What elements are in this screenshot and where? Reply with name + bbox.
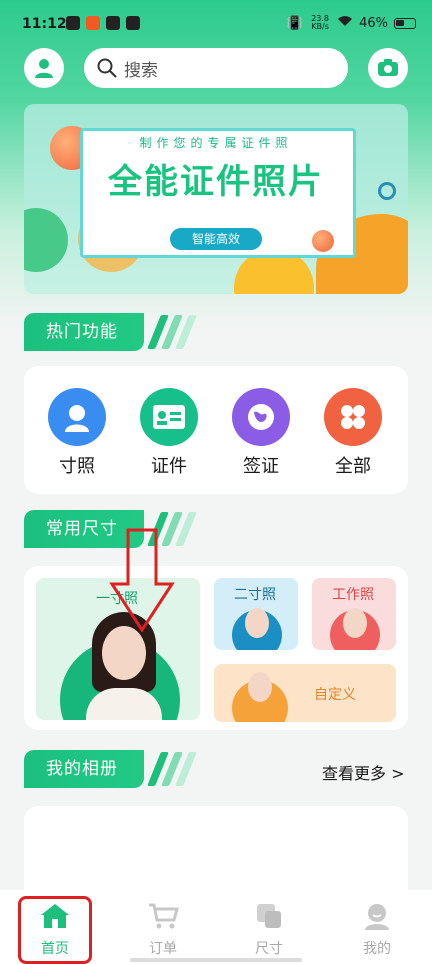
size-label: 工作照 [332, 587, 374, 603]
profile-icon [365, 904, 389, 930]
id-card-icon [140, 388, 198, 446]
search-placeholder: 搜索 [124, 60, 158, 81]
grid-icon [324, 388, 382, 446]
size-tile-work[interactable]: 工作照 [312, 578, 396, 650]
banner-decoration [24, 208, 68, 272]
tab-label: 订单 [149, 941, 177, 957]
function-label: 签证 [243, 456, 279, 477]
wifi-icon [337, 15, 353, 31]
camera-button[interactable] [368, 48, 408, 88]
status-bar: 11:12 📳 23.8 KB/s 46% [0, 0, 432, 50]
vibrate-icon: 📳 [286, 15, 304, 31]
tab-sizes[interactable]: 尺寸 [234, 902, 304, 958]
tab-label: 尺寸 [255, 941, 283, 957]
globe-icon [232, 388, 290, 446]
avatar-button[interactable] [24, 48, 64, 88]
user-icon [35, 59, 53, 78]
section-decoration [147, 750, 202, 788]
size-label: 自定义 [314, 687, 356, 703]
common-sizes-card: 一寸照 二寸照 工作照 自定义 [24, 566, 408, 730]
portrait-face [343, 608, 367, 638]
speed-unit: KB/s [311, 22, 329, 31]
size-tile-custom[interactable]: 自定义 [214, 664, 396, 722]
search-bar[interactable]: 搜索 [84, 48, 348, 88]
section-title-album: 我的相册 [24, 750, 144, 788]
promo-banner[interactable]: 制作您的专属证件照 全能证件照片 智能高效 [24, 104, 408, 294]
view-more-link[interactable]: 查看更多 > [322, 760, 405, 784]
status-right: 📳 23.8 KB/s 46% [287, 15, 416, 31]
notification-icons [66, 16, 140, 30]
search-icon [97, 58, 117, 78]
size-label: 二寸照 [234, 587, 276, 603]
section-title-hot: 热门功能 [24, 313, 144, 351]
portrait-face [248, 672, 272, 702]
banner-decoration [312, 230, 334, 252]
tab-profile[interactable]: 我的 [342, 902, 412, 958]
camera-icon [378, 59, 398, 76]
app-notification-icon [86, 16, 100, 30]
function-id[interactable]: 证件 [134, 388, 204, 478]
cart-icon [149, 903, 179, 929]
network-speed: 23.8 KB/s [309, 15, 331, 31]
function-label: 寸照 [59, 456, 95, 477]
annotation-highlight [18, 896, 92, 964]
size-tile-two-inch[interactable]: 二寸照 [214, 578, 298, 650]
section-decoration [147, 313, 202, 351]
app-notification-icon [106, 16, 120, 30]
annotation-arrow [109, 528, 175, 632]
function-portrait[interactable]: 寸照 [42, 388, 112, 478]
banner-subtitle: 制作您的专属证件照 [139, 136, 293, 150]
banner-title: 全能证件照片 [108, 162, 324, 202]
home-indicator [130, 958, 302, 962]
function-all[interactable]: 全部 [318, 388, 388, 478]
hot-functions-card: 寸照 证件 签证 全部 [24, 366, 408, 494]
mail-icon [66, 16, 80, 30]
battery-icon [394, 17, 416, 29]
function-label: 全部 [335, 456, 371, 477]
status-time: 11:12 [22, 16, 67, 32]
tab-label: 我的 [363, 941, 391, 957]
tab-orders[interactable]: 订单 [128, 902, 198, 958]
portrait-face [102, 626, 146, 680]
portrait-icon [48, 388, 106, 446]
battery-text: 46% [359, 15, 388, 31]
size-icon [257, 904, 281, 928]
banner-pill: 智能高效 [170, 228, 262, 250]
link-icon [126, 16, 140, 30]
portrait-face [245, 608, 269, 638]
function-visa[interactable]: 签证 [226, 388, 296, 478]
function-label: 证件 [151, 456, 187, 477]
